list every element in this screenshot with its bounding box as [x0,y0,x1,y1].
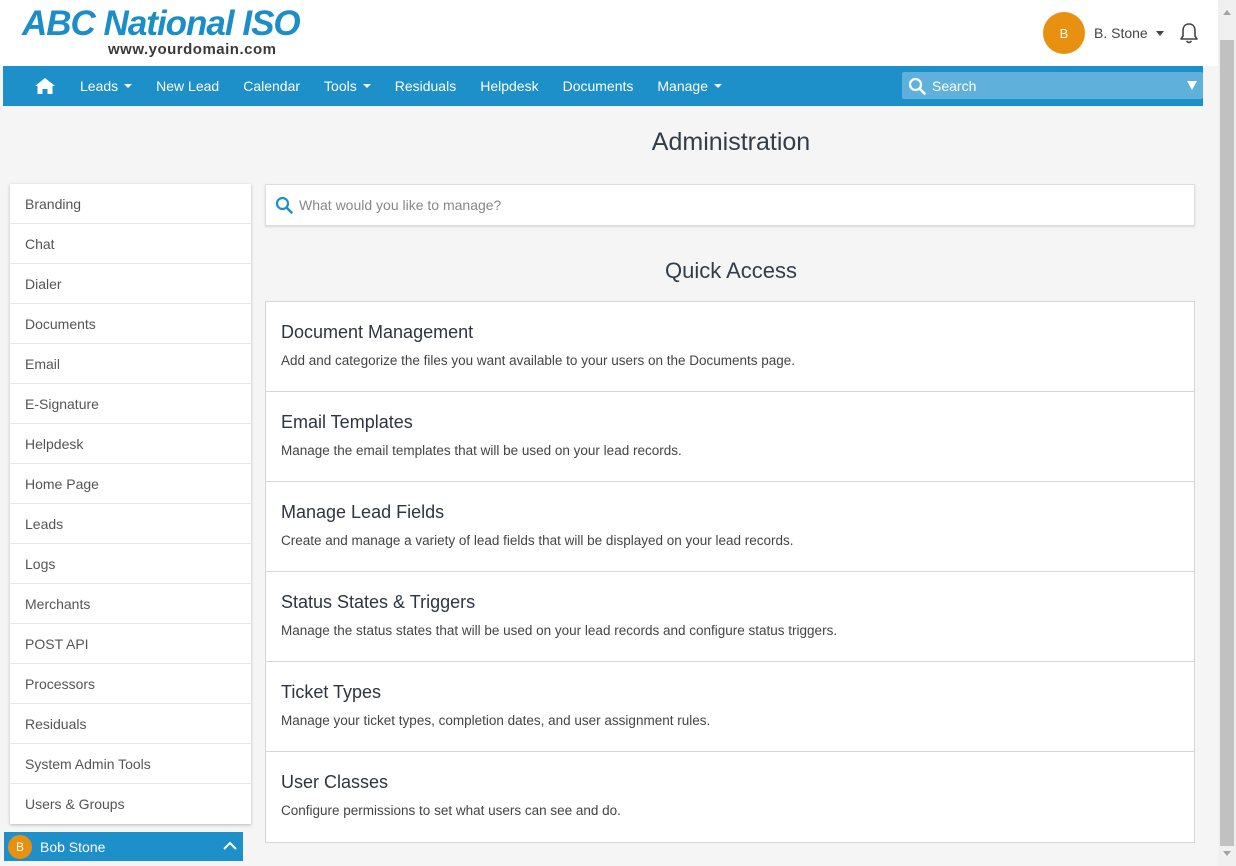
dropdown-arrow-icon[interactable] [1187,81,1197,90]
nav-leads-label: Leads [80,78,119,94]
sidebar-item-documents[interactable]: Documents [10,304,251,344]
sidebar-item-processors[interactable]: Processors [10,664,251,704]
bell-icon[interactable] [1178,21,1200,45]
logo-subtitle: www.yourdomain.com [108,41,277,58]
sidebar-item-e-signature[interactable]: E-Signature [10,384,251,424]
nav-manage-label: Manage [657,78,708,94]
chevron-down-icon [713,84,722,88]
scroll-down-icon[interactable] [1223,851,1231,856]
sidebar-item-users-groups[interactable]: Users & Groups [10,784,251,824]
quick-access-email-templates[interactable]: Email Templates Manage the email templat… [266,392,1194,482]
nav-helpdesk[interactable]: Helpdesk [468,66,550,106]
global-search-label: Search [932,77,977,94]
sidebar-item-branding[interactable]: Branding [10,184,251,224]
sidebar-item-email[interactable]: Email [10,344,251,384]
quick-access-status-states-triggers[interactable]: Status States & Triggers Manage the stat… [266,572,1194,662]
nav-new-lead-label: New Lead [156,78,220,94]
quick-access-desc: Manage the email templates that will be … [281,443,682,458]
chevron-down-icon [124,84,133,88]
quick-access-title[interactable]: User Classes [281,772,1179,793]
quick-access-title[interactable]: Ticket Types [281,682,1179,703]
quick-access-title[interactable]: Status States & Triggers [281,592,1179,613]
nav-calendar[interactable]: Calendar [231,66,312,106]
nav-tools[interactable]: Tools [312,66,383,106]
home-icon[interactable] [32,77,58,95]
quick-access-desc: Manage the status states that will be us… [281,623,838,638]
chevron-up-icon[interactable] [223,841,237,851]
search-icon [275,196,293,214]
chevron-down-icon [362,84,371,88]
logo[interactable]: ABC National ISO www.yourdomain.com [22,4,301,58]
nav-leads[interactable]: Leads [68,66,144,106]
sidebar-item-post-api[interactable]: POST API [10,624,251,664]
sidebar-item-system-admin-tools[interactable]: System Admin Tools [10,744,251,784]
quick-access-desc: Add and categorize the files you want av… [281,353,796,368]
manage-search-input[interactable] [299,197,1149,213]
sidebar-item-home-page[interactable]: Home Page [10,464,251,504]
page-title: Administration [651,128,811,156]
quick-access-ticket-types[interactable]: Ticket Types Manage your ticket types, c… [266,662,1194,752]
sidebar-item-residuals[interactable]: Residuals [10,704,251,744]
main-navbar: Leads New Lead Calendar Tools Residuals … [3,66,1203,106]
quick-access-list: Document Management Add and categorize t… [265,301,1195,843]
nav-calendar-label: Calendar [243,78,301,94]
quick-access-manage-lead-fields[interactable]: Manage Lead Fields Create and manage a v… [266,482,1194,572]
quick-access-user-classes[interactable]: User Classes Configure permissions to se… [266,752,1194,842]
sidebar-item-helpdesk[interactable]: Helpdesk [10,424,251,464]
sidebar-item-logs[interactable]: Logs [10,544,251,584]
nav-documents[interactable]: Documents [551,66,646,106]
quick-access-title[interactable]: Document Management [281,322,1179,343]
avatar[interactable]: B [1043,12,1085,54]
nav-residuals[interactable]: Residuals [383,66,468,106]
quick-access-desc: Configure permissions to set what users … [281,803,621,818]
chevron-down-icon[interactable] [1155,30,1164,36]
quick-access-desc: Manage your ticket types, completion dat… [281,713,711,728]
nav-manage[interactable]: Manage [645,66,734,106]
nav-documents-label: Documents [562,78,634,94]
user-name[interactable]: B. Stone [1094,25,1148,41]
quick-access-title[interactable]: Manage Lead Fields [281,502,1179,523]
sidebar-item-dialer[interactable]: Dialer [10,264,251,304]
user-menu[interactable]: B B. Stone [1043,12,1200,54]
quick-access-document-management[interactable]: Document Management Add and categorize t… [266,302,1194,392]
nav-new-lead[interactable]: New Lead [144,66,231,106]
global-search[interactable]: Search [902,72,1203,99]
quick-access-title[interactable]: Email Templates [281,412,1179,433]
nav-residuals-label: Residuals [394,78,457,94]
page-scrollbar[interactable] [1218,0,1236,866]
avatar: B [8,834,32,859]
logo-title: ABC National ISO [22,4,301,43]
sidebar-item-chat[interactable]: Chat [10,224,251,264]
app-header: ABC National ISO www.yourdomain.com B B.… [0,0,1218,66]
quick-access-title: Quick Access [664,258,798,283]
scroll-thumb[interactable] [1220,40,1234,846]
manage-search-box [265,184,1195,226]
sidebar-item-merchants[interactable]: Merchants [10,584,251,624]
chat-user-name: Bob Stone [40,838,106,855]
quick-access-desc: Create and manage a variety of lead fiel… [281,533,794,548]
nav-helpdesk-label: Helpdesk [480,78,539,94]
search-icon [908,77,926,95]
admin-sidebar: Branding Chat Dialer Documents Email E-S… [10,184,251,824]
scroll-up-icon[interactable] [1223,10,1231,15]
chat-bar[interactable]: B Bob Stone [4,832,243,861]
sidebar-item-leads[interactable]: Leads [10,504,251,544]
nav-tools-label: Tools [324,78,357,94]
